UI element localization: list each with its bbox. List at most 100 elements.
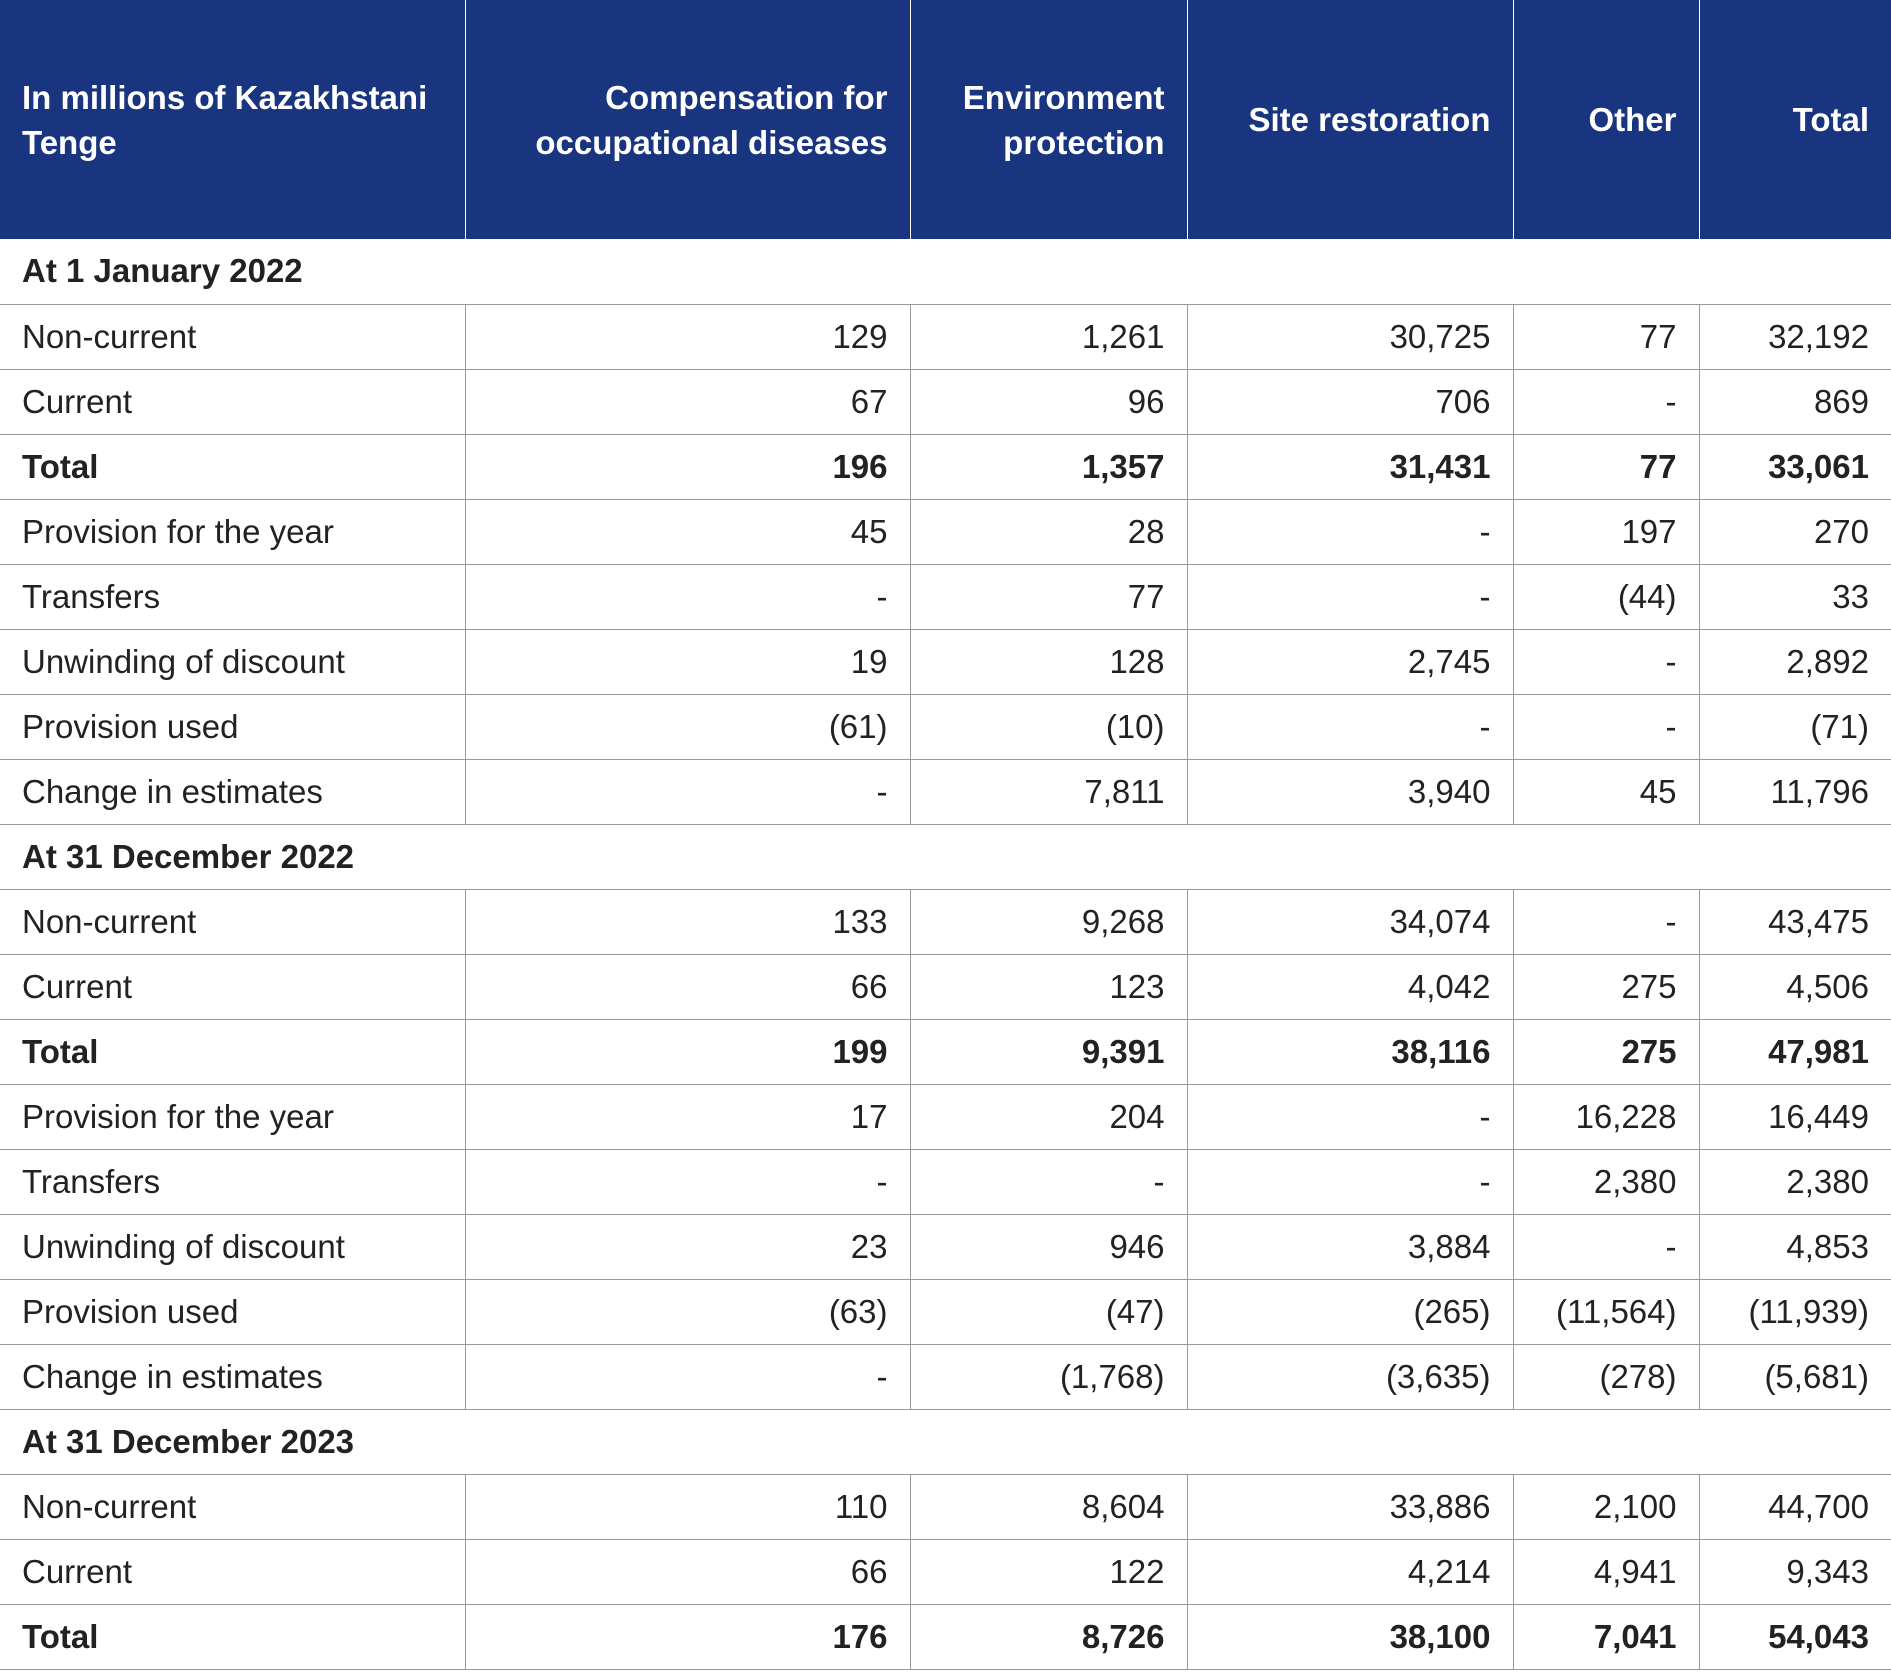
cell-value: 33 <box>1699 564 1891 630</box>
cell-value: 47,981 <box>1699 1019 1891 1085</box>
row-label: Total <box>0 1019 466 1085</box>
row-label: Provision used <box>0 694 466 760</box>
table-body: At 1 January 2022 Non-current 129 1,261 30,7… <box>0 239 1891 1670</box>
total-row: Total 176 8,726 38,100 7,041 54,043 <box>0 1604 1891 1670</box>
cell-value: 3,884 <box>1187 1214 1514 1280</box>
table-row: Provision for the year 45 28-197 270 <box>0 499 1891 565</box>
cell-value: 9,268 <box>910 889 1188 955</box>
cell-value: - <box>1187 1084 1514 1150</box>
cell-value: 38,100 <box>1187 1604 1514 1670</box>
cell-value: 32,192 <box>1699 304 1891 370</box>
cell-value: - <box>465 759 911 825</box>
cell-value: - <box>1513 369 1700 435</box>
row-label: Change in estimates <box>0 759 466 825</box>
cell-value: 28 <box>910 499 1188 565</box>
provisions-table: In millions of Kazakhstani Tenge Compens… <box>0 0 1891 1670</box>
table-row: Unwinding of discount 23 946 3,884-4,853 <box>0 1214 1891 1280</box>
table-row: Provision used (63) (47) (265) (11,564) (11,9… <box>0 1279 1891 1345</box>
cell-value: 122 <box>910 1539 1188 1605</box>
cell-value: - <box>1513 694 1700 760</box>
cell-value: - <box>465 1149 911 1215</box>
cell-value: 33,061 <box>1699 434 1891 500</box>
cell-value: (71) <box>1699 694 1891 760</box>
cell-value: 23 <box>465 1214 911 1280</box>
cell-value: 4,506 <box>1699 954 1891 1020</box>
cell-value: 128 <box>910 629 1188 695</box>
cell-value: 197 <box>1513 499 1700 565</box>
cell-value: (265) <box>1187 1279 1514 1345</box>
cell-value: - <box>1513 889 1700 955</box>
cell-value: - <box>910 1149 1188 1215</box>
cell-value: 31,431 <box>1187 434 1514 500</box>
cell-value: 77 <box>910 564 1188 630</box>
cell-value: 77 <box>1513 304 1700 370</box>
cell-value: 2,745 <box>1187 629 1514 695</box>
cell-value: 8,604 <box>910 1474 1188 1540</box>
cell-value: 96 <box>910 369 1188 435</box>
cell-value: 133 <box>465 889 911 955</box>
cell-value: - <box>1187 694 1514 760</box>
row-label: Change in estimates <box>0 1344 466 1410</box>
table-row: Non-current 129 1,261 30,725 77 32,192 <box>0 304 1891 370</box>
cell-value: (3,635) <box>1187 1344 1514 1410</box>
row-label: Provision used <box>0 1279 466 1345</box>
row-label: Total <box>0 434 466 500</box>
table-row: Change in estimates - (1,768) (3,635) (278)(… <box>0 1344 1891 1410</box>
cell-value: 66 <box>465 1539 911 1605</box>
cell-value: 16,228 <box>1513 1084 1700 1150</box>
cell-value: - <box>465 1344 911 1410</box>
cell-value: 706 <box>1187 369 1514 435</box>
cell-value: 4,042 <box>1187 954 1514 1020</box>
table-row: Non-current 133 9,268 34,074-43,475 <box>0 889 1891 955</box>
cell-value: 3,940 <box>1187 759 1514 825</box>
section-row: At 31 December 2023 <box>0 1409 1891 1475</box>
cell-value: 4,214 <box>1187 1539 1514 1605</box>
cell-value: (61) <box>465 694 911 760</box>
cell-value: 199 <box>465 1019 911 1085</box>
header-total: Total <box>1699 0 1891 239</box>
row-label: Current <box>0 1539 466 1605</box>
cell-value: 67 <box>465 369 911 435</box>
table-row: Non-current 110 8,604 33,886 2,100 44,700 <box>0 1474 1891 1540</box>
cell-value: 17 <box>465 1084 911 1150</box>
cell-value: 1,261 <box>910 304 1188 370</box>
section-label: At 31 December 2023 <box>0 1409 1891 1475</box>
section-label: At 1 January 2022 <box>0 239 1891 305</box>
cell-value: 66 <box>465 954 911 1020</box>
cell-value: 77 <box>1513 434 1700 500</box>
row-label: Provision for the year <box>0 499 466 565</box>
cell-value: 7,811 <box>910 759 1188 825</box>
cell-value: 2,100 <box>1513 1474 1700 1540</box>
table-row: Current 67 96 706-869 <box>0 369 1891 435</box>
cell-value: 45 <box>465 499 911 565</box>
row-label: Transfers <box>0 1149 466 1215</box>
row-label: Transfers <box>0 564 466 630</box>
total-row: Total 196 1,357 31,431 77 33,061 <box>0 434 1891 500</box>
cell-value: - <box>465 564 911 630</box>
table-row: Transfers - - -2,380 2,380 <box>0 1149 1891 1215</box>
cell-value: - <box>1187 499 1514 565</box>
section-row: At 1 January 2022 <box>0 239 1891 305</box>
row-label: Unwinding of discount <box>0 629 466 695</box>
table-row: Provision used (61) (10) - - (71) <box>0 694 1891 760</box>
row-label: Non-current <box>0 304 466 370</box>
table-header: In millions of Kazakhstani Tenge Compens… <box>0 0 1891 239</box>
row-label: Non-current <box>0 1474 466 1540</box>
cell-value: 4,941 <box>1513 1539 1700 1605</box>
cell-value: (11,564) <box>1513 1279 1700 1345</box>
section-row: At 31 December 2022 <box>0 824 1891 890</box>
cell-value: 2,380 <box>1513 1149 1700 1215</box>
cell-value: 16,449 <box>1699 1084 1891 1150</box>
cell-value: 946 <box>910 1214 1188 1280</box>
cell-value: 30,725 <box>1187 304 1514 370</box>
row-label: Unwinding of discount <box>0 1214 466 1280</box>
cell-value: 44,700 <box>1699 1474 1891 1540</box>
cell-value: 9,391 <box>910 1019 1188 1085</box>
cell-value: 869 <box>1699 369 1891 435</box>
header-occupational-diseases: Compensation for occupational diseases <box>465 0 911 239</box>
cell-value: (47) <box>910 1279 1188 1345</box>
cell-value: 43,475 <box>1699 889 1891 955</box>
cell-value: 176 <box>465 1604 911 1670</box>
cell-value: 2,380 <box>1699 1149 1891 1215</box>
cell-value: (5,681) <box>1699 1344 1891 1410</box>
